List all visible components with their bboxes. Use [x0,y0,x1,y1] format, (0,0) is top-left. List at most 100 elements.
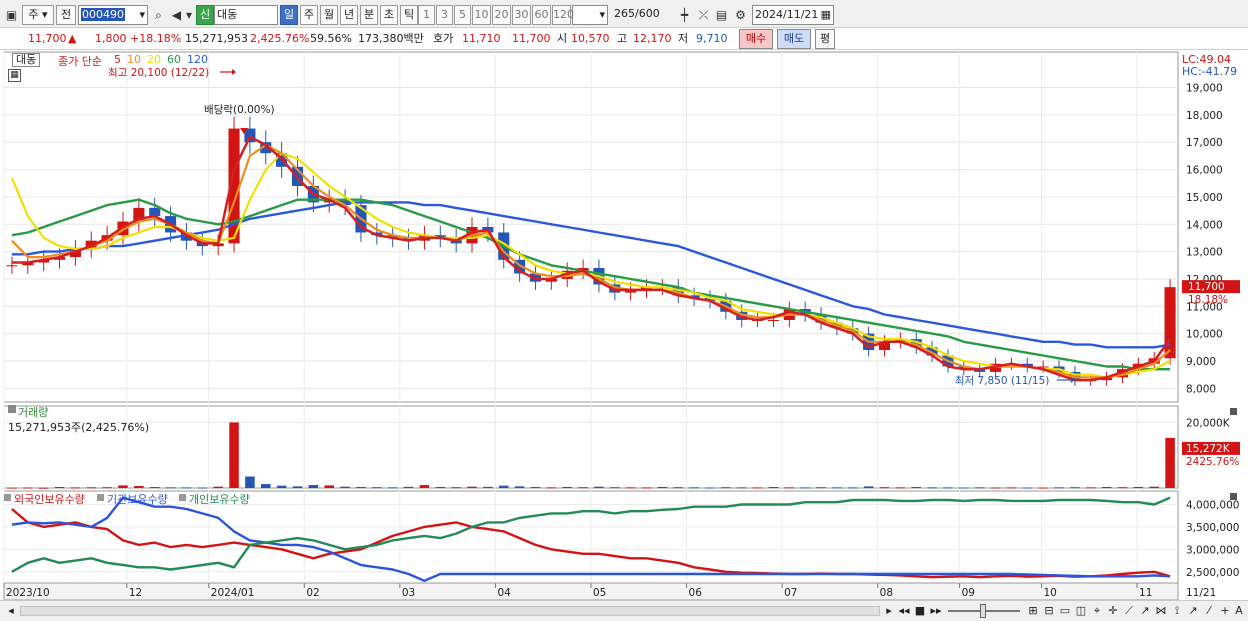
volume-bar [689,487,699,489]
save-icon[interactable]: ▤ [713,5,730,25]
price-tag: 11,700 [1188,281,1225,293]
volume-ratio: 59.56% [310,32,352,45]
volume-pct-tag: 2425.76% [1186,456,1239,468]
volume-bar [578,487,588,489]
buy-button[interactable]: 매수 [739,29,773,49]
zoom-slider-handle[interactable] [980,604,986,618]
up-arrow-icon: ▲ [68,32,77,45]
volume-bar [625,487,636,489]
volume-panel-marker [8,405,16,413]
rewind-icon[interactable]: ◂◂ [897,603,911,619]
volume-bar [562,487,572,489]
volume-bar [848,487,858,489]
volume-bar [419,485,430,488]
interval-tab[interactable]: 3 [436,5,453,25]
interval-tab[interactable]: 30 [512,5,531,25]
sin-credit-button[interactable]: 신 [196,5,214,25]
period-tab[interactable]: 월 [320,5,338,25]
price-tick-label: 14,000 [1186,219,1223,231]
arrow-icon[interactable]: ↗ [1186,603,1200,619]
ma-legend-item: 10 [127,53,141,66]
plus-icon[interactable]: + [1218,603,1232,619]
price-tick-label: 9,000 [1186,356,1216,368]
x-tick-label: 05 [593,587,606,599]
grid-toggle-icon[interactable]: ▦ [8,69,21,82]
prev-button[interactable]: 전 [56,5,76,25]
window-menu-icon[interactable]: ▣ [3,5,20,25]
line-draw-icon[interactable]: ↗ [1138,603,1152,619]
holding-legend-item: 기관보유수량 [107,493,168,506]
volume-bar [911,487,921,489]
x-tick-label: 2024/01 [211,587,255,599]
volume-bar [641,487,652,489]
interval-tab[interactable]: 5 [454,5,471,25]
x-tick-label: 09 [962,587,975,599]
date-field[interactable]: 2024/11/21 ▦ [752,5,834,25]
bar-count[interactable]: 265/600 [612,5,668,25]
price-tick-label: 13,000 [1186,247,1223,259]
interval-tab[interactable]: 120 [552,5,574,25]
period-tab[interactable]: 분 [360,5,378,25]
split-icon[interactable]: ◫ [1074,603,1088,619]
ma-legend-item: 5 [114,53,121,66]
cursor-icon[interactable]: ⌖ [1090,603,1104,619]
volume-bar [832,487,842,489]
interval-tab[interactable]: 20 [492,5,511,25]
interval-tab[interactable]: 1 [418,5,435,25]
volume-bar [816,487,826,489]
flat-button[interactable]: 평 [815,29,835,49]
sell-button[interactable]: 매도 [777,29,811,49]
chevron-down-icon[interactable]: ▾ [184,5,194,25]
chart-canvas[interactable]: 8,0009,00010,00011,00012,00013,00014,000… [0,50,1248,600]
volume-bar [245,476,255,488]
stock-name-field[interactable]: 대동 [214,5,278,25]
horizontal-scrollbar[interactable] [20,606,880,616]
zoom-in-icon[interactable]: ⊞ [1026,603,1040,619]
stock-code-input[interactable]: 000490 ▾ [78,5,148,25]
stop-icon[interactable]: ■ [913,603,927,619]
volume-bar [752,487,763,489]
play-icon[interactable]: ▸ [882,603,896,619]
price-tick-label: 19,000 [1186,83,1223,95]
text-tool-icon[interactable]: A [1232,603,1246,619]
period-tab[interactable]: 초 [380,5,398,25]
search-icon[interactable]: ⌕ [150,5,167,25]
compare-icon[interactable]: ⤫ [695,5,712,25]
volume-bar [324,485,334,488]
fast-forward-icon[interactable]: ▸▸ [929,603,943,619]
volume-bar [23,487,33,489]
period-tab[interactable]: 일 [280,5,298,25]
stock-tag[interactable]: 대동 [12,53,41,67]
slash-icon[interactable]: ⁄ [1202,603,1216,619]
volume-bar [261,484,271,488]
crosshair-icon[interactable]: ✛ [1106,603,1120,619]
interval-tab[interactable]: 60 [532,5,551,25]
chart-area[interactable]: 8,000 9,000 10,000 11,000 12,000 13,000 14,000… [0,50,1248,600]
scroll-left-icon[interactable]: ◂ [4,603,18,619]
type-select[interactable]: 주 ▾ [22,5,54,25]
period-tab[interactable]: 주 [300,5,318,25]
candle-body [149,207,161,217]
volume-pct: 2,425.76% [250,32,310,45]
volume-bar [403,486,414,488]
calendar-icon[interactable]: ▦ [821,6,831,24]
trendline-icon[interactable]: ⟋ [1122,603,1136,619]
volume-bar [165,487,176,489]
chevron-down-icon[interactable]: ▾ [139,6,145,24]
speaker-icon[interactable]: ◀ [168,5,185,25]
fibo-icon[interactable]: ⋈ [1154,603,1168,619]
volume-bar [784,487,795,489]
pattern-icon[interactable]: ⟟ [1170,603,1184,619]
interval-tab[interactable]: 10 [472,5,491,25]
interval-select[interactable]: ▾ [572,5,608,25]
layout-icon[interactable]: ▭ [1058,603,1072,619]
quote-bar: 11,700 ▲ 1,800 +18.18% 15,271,953 2,425.… [0,28,1248,50]
volume-bar [54,487,65,489]
zoom-out-icon[interactable]: ⊟ [1042,603,1056,619]
hoga-label: 호가 [433,32,454,45]
candle-chart-icon[interactable]: ┿ [676,5,693,25]
period-tab[interactable]: 틱 [400,5,418,25]
volume-bar [1022,487,1033,489]
gear-icon[interactable]: ⚙ [732,5,749,25]
period-tab[interactable]: 년 [340,5,358,25]
